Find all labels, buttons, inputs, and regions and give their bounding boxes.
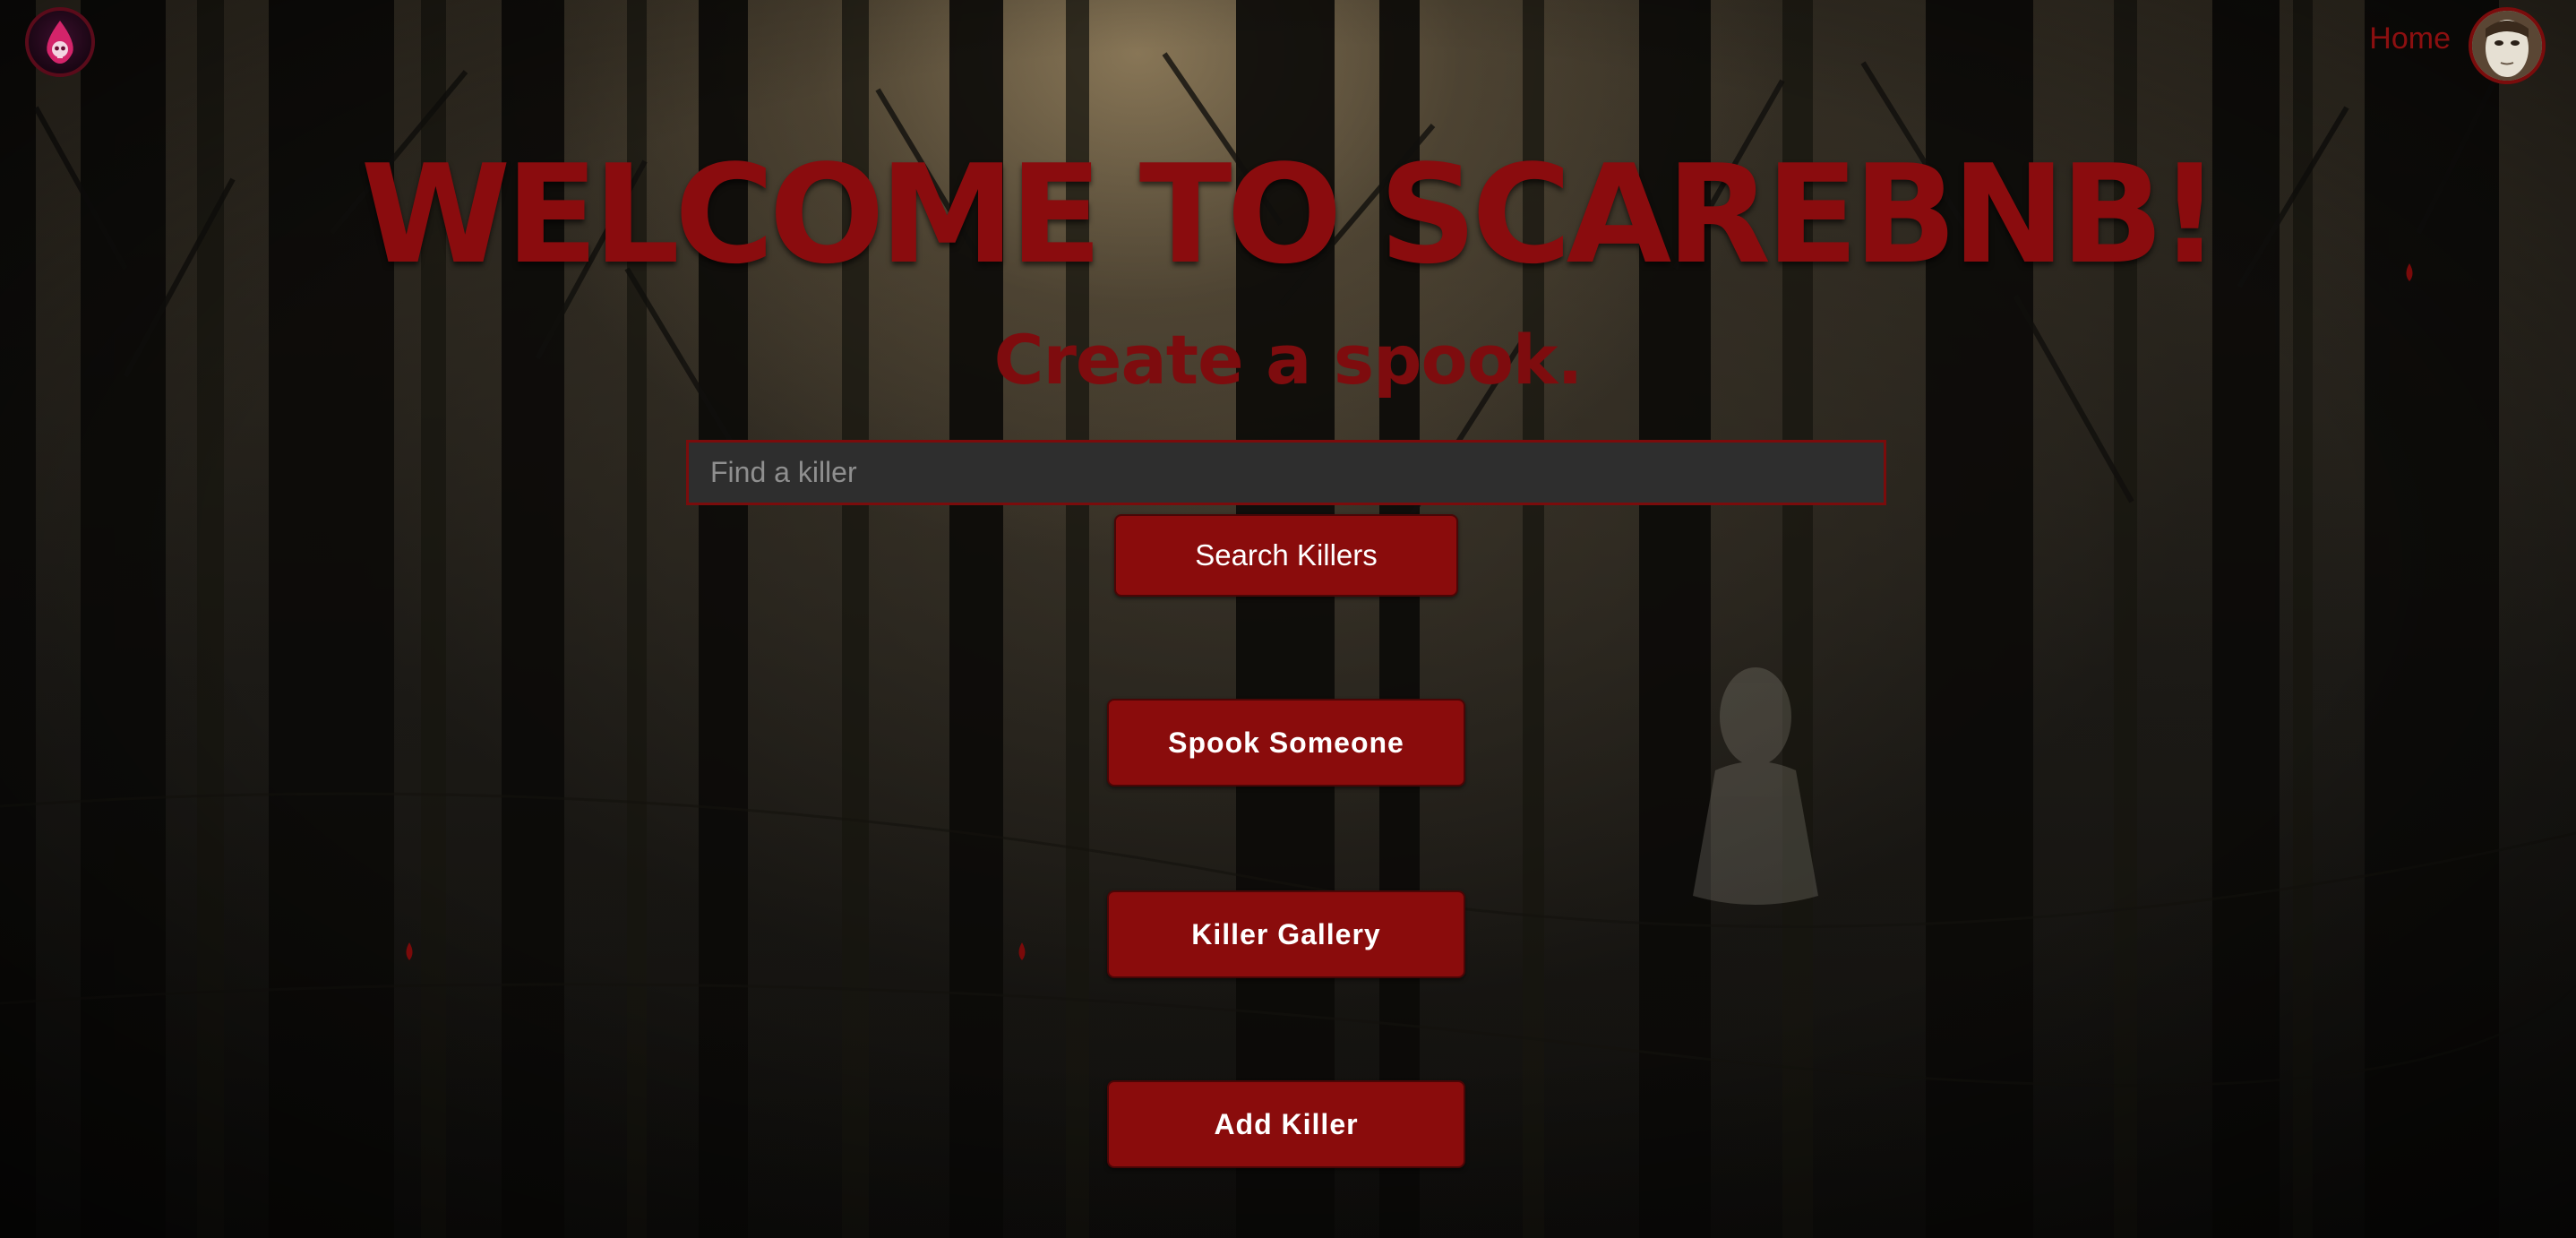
killer-search-input[interactable] [686, 440, 1886, 505]
search-killers-button[interactable]: Search Killers [1114, 514, 1458, 597]
killer-gallery-button[interactable]: Killer Gallery [1107, 890, 1465, 978]
page-title: WELCOME TO SCAREBNB! [360, 135, 2221, 294]
nav-home-link[interactable]: Home [2369, 21, 2451, 56]
logo-button[interactable] [25, 7, 95, 77]
page: Home WELCOME TO SCAREBNB! Create a spook… [0, 0, 2576, 1238]
user-avatar[interactable] [2469, 7, 2546, 84]
blood-drop-icon [1018, 942, 1026, 960]
mask-avatar-icon [2472, 11, 2542, 81]
skull-logo-icon [47, 21, 73, 64]
blood-drop-icon [406, 942, 413, 960]
spook-someone-button[interactable]: Spook Someone [1107, 699, 1465, 787]
page-subtitle: Create a spook. [993, 320, 1584, 400]
add-killer-button[interactable]: Add Killer [1107, 1080, 1465, 1168]
